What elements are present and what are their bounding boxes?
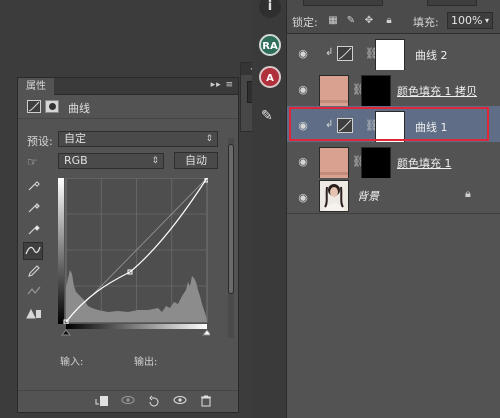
- smooth-icon[interactable]: [24, 284, 44, 302]
- right-icon-column: i RA A ✎: [252, 0, 285, 418]
- lock-icon: 🔒︎: [465, 187, 471, 200]
- channel-dropdown[interactable]: RGB ⇕: [58, 153, 164, 169]
- lock-position-icon[interactable]: ✥: [363, 15, 375, 27]
- reset-icon[interactable]: [146, 395, 162, 409]
- preset-label: 预设:: [27, 135, 53, 148]
- eye-icon[interactable]: ◉: [296, 192, 310, 203]
- curves-adjustment-icon[interactable]: [27, 100, 41, 113]
- chevron-updown-icon: ⇕: [205, 134, 213, 144]
- preset-dropdown[interactable]: 自定 ⇕: [58, 131, 218, 147]
- properties-header: 曲线: [18, 95, 238, 119]
- input-label: 输入:: [60, 357, 84, 368]
- curve-points-tool-icon[interactable]: [23, 242, 43, 260]
- clipping-warning-icon[interactable]: [24, 306, 44, 324]
- layer-name[interactable]: 曲线 2: [415, 47, 448, 63]
- lock-fill-row: 锁定: ▦ ✎ ✥ 🔒︎ 填充: 100% ▾: [287, 0, 500, 34]
- clip-indicator-icon: ↲: [325, 119, 334, 130]
- on-image-adjust-icon[interactable]: ☞: [27, 155, 45, 169]
- input-gradient-bar[interactable]: [58, 324, 210, 336]
- curves-graph[interactable]: [58, 178, 208, 324]
- channel-value: RGB: [64, 154, 88, 167]
- output-gradient-bar: [58, 178, 64, 324]
- panel-controls[interactable]: ▸▸ ≡: [211, 80, 234, 90]
- a-icon[interactable]: A: [259, 66, 281, 88]
- white-eyedropper-icon[interactable]: [24, 222, 44, 240]
- curves-adjustment-icon: [337, 118, 353, 133]
- layer-name[interactable]: 曲线 1: [415, 119, 448, 135]
- lock-pixels-icon[interactable]: ✎: [345, 15, 357, 27]
- eye-icon[interactable]: ◉: [296, 84, 310, 95]
- white-point-slider: [201, 329, 210, 336]
- opacity-field[interactable]: [427, 0, 477, 6]
- preset-value: 自定: [64, 132, 86, 145]
- layer-name[interactable]: 颜色填充 1: [397, 155, 452, 171]
- black-eyedropper-icon[interactable]: [24, 178, 44, 196]
- clip-to-layer-icon[interactable]: [94, 395, 110, 409]
- eye-icon[interactable]: ◉: [296, 120, 310, 131]
- fill-value: 100%: [451, 14, 483, 27]
- layers-empty-area: [287, 214, 500, 418]
- lock-all-icon[interactable]: 🔒︎: [383, 15, 395, 27]
- pencil-icon[interactable]: [24, 264, 44, 282]
- scrollbar-thumb[interactable]: [228, 144, 234, 294]
- layer-mask-thumbnail[interactable]: [361, 75, 391, 107]
- auto-button[interactable]: 自动: [174, 152, 218, 169]
- color-fill-thumbnail[interactable]: [319, 147, 349, 179]
- fill-label: 填充:: [413, 16, 439, 29]
- fill-input[interactable]: 100% ▾: [447, 12, 493, 29]
- info-icon[interactable]: i: [259, 0, 281, 18]
- clip-indicator-icon: ↲: [325, 47, 334, 58]
- gray-eyedropper-icon[interactable]: [24, 200, 44, 218]
- eye-icon[interactable]: ◉: [296, 156, 310, 167]
- layer-name[interactable]: 颜色填充 1 拷贝: [397, 83, 477, 99]
- layers-panel: 锁定: ▦ ✎ ✥ 🔒︎ 填充: 100% ▾ ◉ ↲ ⛓︎ 曲线 2 ◉ ⛓︎…: [286, 0, 500, 418]
- layer-mask-thumbnail[interactable]: [375, 111, 405, 143]
- toggle-visibility-icon[interactable]: [172, 395, 188, 409]
- mask-icon[interactable]: [45, 100, 59, 113]
- curves-adjustment-icon: [337, 46, 353, 61]
- properties-title: 曲线: [68, 102, 90, 115]
- trash-icon[interactable]: [198, 395, 214, 409]
- layer-row[interactable]: ◉ 背景 🔒︎: [287, 178, 500, 214]
- properties-tab-bar: 属性 ▸▸ ≡: [18, 78, 238, 95]
- lock-transparent-icon[interactable]: ▦: [327, 15, 339, 27]
- output-label: 输出:: [134, 357, 158, 368]
- chevron-updown-icon: ⇕: [151, 156, 159, 166]
- blend-mode-dropdown[interactable]: [303, 0, 383, 6]
- layer-mask-thumbnail[interactable]: [375, 39, 405, 71]
- brush-preset-icon[interactable]: ✎: [261, 108, 273, 124]
- black-point-slider: [60, 329, 72, 336]
- properties-footer: [18, 390, 238, 412]
- view-previous-state-icon[interactable]: [120, 395, 136, 409]
- lock-label: 锁定:: [292, 16, 318, 29]
- tab-properties[interactable]: 属性: [18, 78, 54, 95]
- layer-mask-thumbnail[interactable]: [361, 147, 391, 179]
- layer-name[interactable]: 背景: [357, 188, 379, 204]
- color-fill-thumbnail[interactable]: [319, 75, 349, 107]
- chevron-down-icon: ▾: [484, 16, 489, 25]
- eye-icon[interactable]: ◉: [296, 48, 310, 59]
- background-thumbnail[interactable]: [319, 180, 349, 212]
- ra-icon[interactable]: RA: [259, 34, 281, 56]
- properties-scrollbar[interactable]: [228, 138, 234, 338]
- properties-panel: 属性 ▸▸ ≡ 曲线 预设: 自定 ⇕ ☞ RGB ⇕ 自动 输入: 输出:: [17, 77, 239, 413]
